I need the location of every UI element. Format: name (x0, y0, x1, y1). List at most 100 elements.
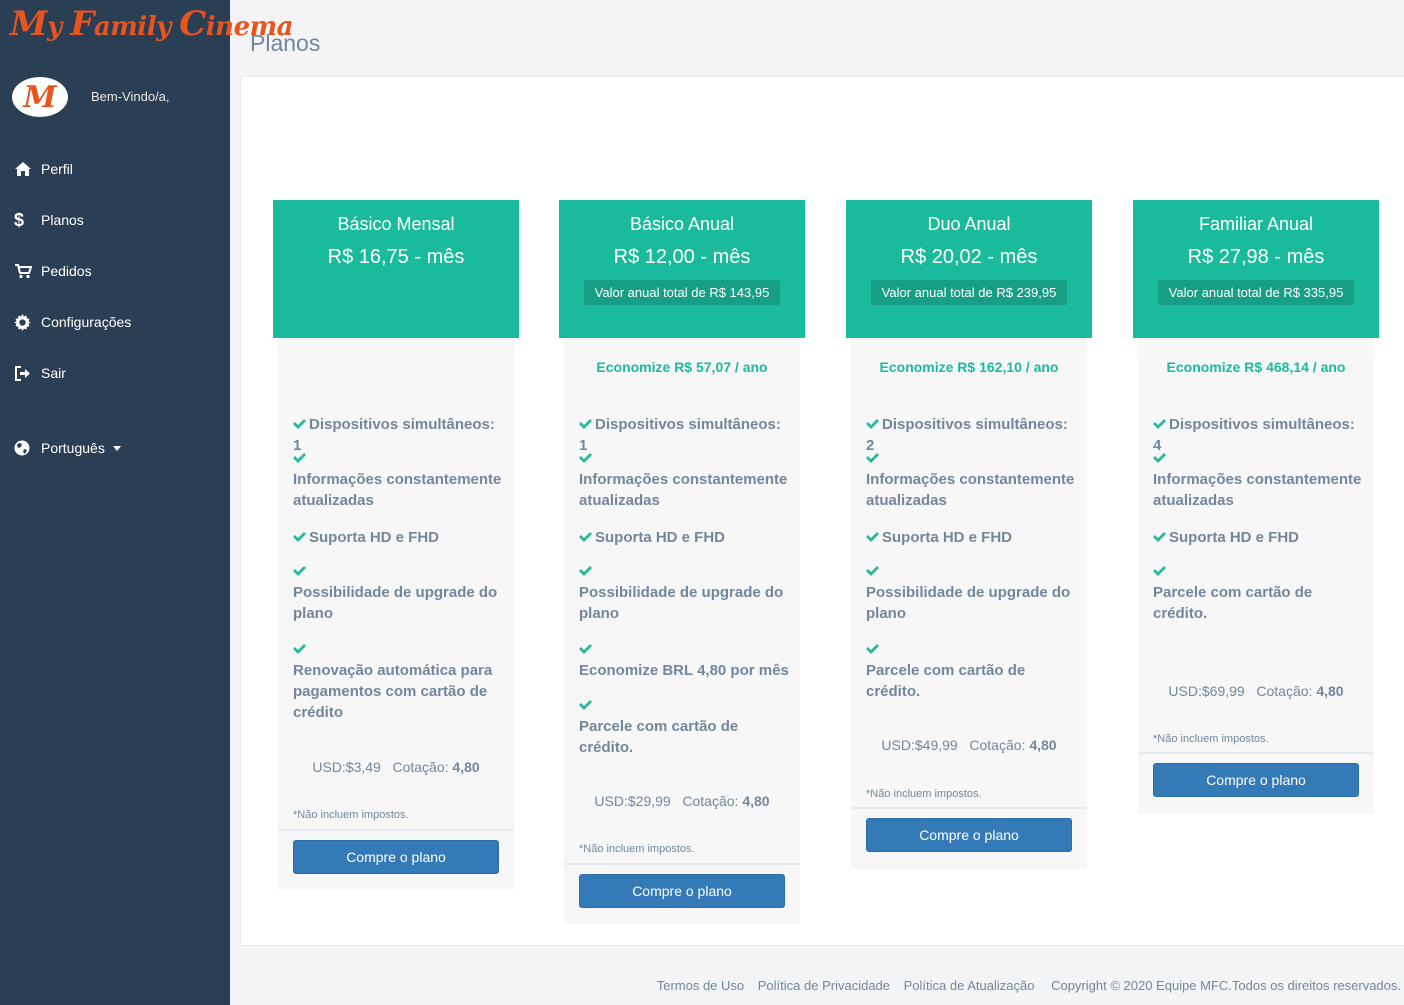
feature-item: Possibilidade de upgrade do plano (579, 561, 791, 624)
buy-plan-button[interactable]: Compre o plano (579, 874, 785, 908)
footer: Termos de Uso Política de Privacidade Po… (657, 978, 1401, 993)
sidebar-item-label: Pedidos (41, 263, 92, 279)
avatar[interactable]: M (12, 77, 68, 117)
divider (851, 807, 1087, 809)
check-icon (1153, 561, 1169, 582)
divider (564, 863, 800, 865)
feature-item: Parcele com cartão de crédito. (866, 639, 1078, 702)
cart-icon (14, 262, 36, 280)
gear-icon (14, 313, 36, 331)
sidebar-item-configuracoes[interactable]: Configurações (14, 311, 131, 333)
buy-plan-button[interactable]: Compre o plano (1153, 763, 1359, 797)
check-icon (579, 695, 595, 716)
check-icon (866, 414, 882, 435)
plan-header: Familiar Anual R$ 27,98 - mês Valor anua… (1133, 200, 1379, 338)
globe-icon (14, 439, 36, 457)
sign-out-icon (14, 364, 36, 382)
feature-item: Suporta HD e FHD (1153, 527, 1365, 548)
check-icon (866, 639, 882, 660)
check-icon (1153, 448, 1169, 469)
feature-item: Informações constantemente atualizadas (579, 448, 791, 511)
feature-item: Informações constantemente atualizadas (1153, 448, 1365, 511)
footer-link-privacy[interactable]: Política de Privacidade (758, 978, 890, 993)
feature-item: Suporta HD e FHD (866, 527, 1078, 548)
tax-note: *Não incluem impostos. (293, 809, 409, 821)
feature-item: Renovação automática para pagamentos com… (293, 639, 505, 723)
footer-link-update-policy[interactable]: Política de Atualização (904, 978, 1035, 993)
feature-item: Economize BRL 4,80 por mês (579, 639, 791, 681)
footer-link-terms[interactable]: Termos de Uso (657, 978, 744, 993)
welcome-text: Bem-Vindo/a, (91, 89, 170, 104)
language-selector[interactable]: Português (14, 437, 121, 459)
sidebar-item-perfil[interactable]: Perfil (14, 158, 73, 180)
plan-header: Duo Anual R$ 20,02 - mês Valor anual tot… (846, 200, 1092, 338)
check-icon (1153, 414, 1169, 435)
sidebar-item-label: Perfil (41, 161, 73, 177)
home-icon (14, 160, 36, 178)
sidebar-item-planos[interactable]: $ Planos (14, 209, 84, 231)
buy-plan-button[interactable]: Compre o plano (866, 818, 1072, 852)
plan-name: Familiar Anual (1198, 214, 1314, 234)
language-label: Português (41, 440, 105, 456)
plan-name: Duo Anual (927, 214, 1011, 234)
sidebar-item-label: Planos (41, 212, 84, 228)
check-icon (293, 448, 309, 469)
feature-item: Parcele com cartão de crédito. (579, 695, 791, 758)
sidebar-item-sair[interactable]: Sair (14, 362, 66, 384)
feature-item: Parcele com cartão de crédito. (1153, 561, 1365, 624)
plan-body: Economize R$ 468,14 / ano Dispositivos s… (1138, 338, 1374, 814)
buy-plan-button[interactable]: Compre o plano (293, 840, 499, 874)
check-icon (579, 527, 595, 548)
copyright: Copyright © 2020 Equipe MFC.Todos os dir… (1051, 978, 1401, 993)
feature-item: Possibilidade de upgrade do plano (293, 561, 505, 624)
check-icon (579, 561, 595, 582)
tax-note: *Não incluem impostos. (1153, 733, 1269, 745)
sidebar-item-label: Sair (41, 365, 66, 381)
chevron-down-icon (112, 445, 121, 451)
plans-panel: Básico Mensal R$ 16,75 - mês Dispositivo… (240, 76, 1404, 946)
check-icon (866, 448, 882, 469)
sidebar-item-pedidos[interactable]: Pedidos (14, 260, 92, 282)
check-icon (579, 448, 595, 469)
usd-price: USD:$49,99 Cotação: 4,80 (881, 737, 1057, 753)
plan-price: R$ 20,02 - mês (900, 246, 1038, 268)
dollar-icon: $ (14, 209, 25, 230)
savings-text: Economize R$ 468,14 / ano (1166, 359, 1346, 375)
annual-total-badge: Valor anual total de R$ 335,95 (1158, 280, 1354, 305)
plan-header: Básico Anual R$ 12,00 - mês Valor anual … (559, 200, 805, 338)
divider (1138, 752, 1374, 754)
check-icon (1153, 527, 1169, 548)
feature-item: Possibilidade de upgrade do plano (866, 561, 1078, 624)
usd-price: USD:$69,99 Cotação: 4,80 (1168, 683, 1344, 699)
sidebar: My Family Cinema M Bem-Vindo/a, Perfil $… (0, 0, 293, 1005)
annual-total-badge: Valor anual total de R$ 143,95 (584, 280, 780, 305)
check-icon (579, 414, 595, 435)
plan-price: R$ 12,00 - mês (613, 246, 751, 268)
plan-body: Economize R$ 57,07 / ano Dispositivos si… (564, 338, 800, 924)
check-icon (866, 527, 882, 548)
check-icon (293, 414, 309, 435)
savings-text: Economize R$ 162,10 / ano (879, 359, 1059, 375)
plan-name: Básico Mensal (337, 214, 455, 234)
tax-note: *Não incluem impostos. (866, 788, 982, 800)
savings-text: Economize R$ 57,07 / ano (596, 359, 768, 375)
annual-total-badge: Valor anual total de R$ 239,95 (871, 280, 1067, 305)
feature-item: Suporta HD e FHD (293, 527, 505, 548)
plan-body: Economize R$ 162,10 / ano Dispositivos s… (851, 338, 1087, 869)
sidebar-item-label: Configurações (41, 314, 132, 330)
check-icon (293, 561, 309, 582)
usd-price: USD:$29,99 Cotação: 4,80 (594, 793, 770, 809)
page-title: Planos (250, 30, 321, 56)
check-icon (866, 561, 882, 582)
plan-price: R$ 27,98 - mês (1187, 246, 1325, 268)
feature-item: Informações constantemente atualizadas (866, 448, 1078, 511)
usd-price: USD:$3,49 Cotação: 4,80 (312, 759, 480, 775)
plan-name: Básico Anual (629, 214, 735, 234)
plan-body: Dispositivos simultâneos: 1 Informações … (278, 338, 514, 890)
tax-note: *Não incluem impostos. (579, 843, 695, 855)
plan-header: Básico Mensal R$ 16,75 - mês (273, 200, 519, 338)
avatar-initial: M (23, 79, 57, 115)
feature-item: Informações constantemente atualizadas (293, 448, 505, 511)
check-icon (293, 527, 309, 548)
check-icon (579, 639, 595, 660)
